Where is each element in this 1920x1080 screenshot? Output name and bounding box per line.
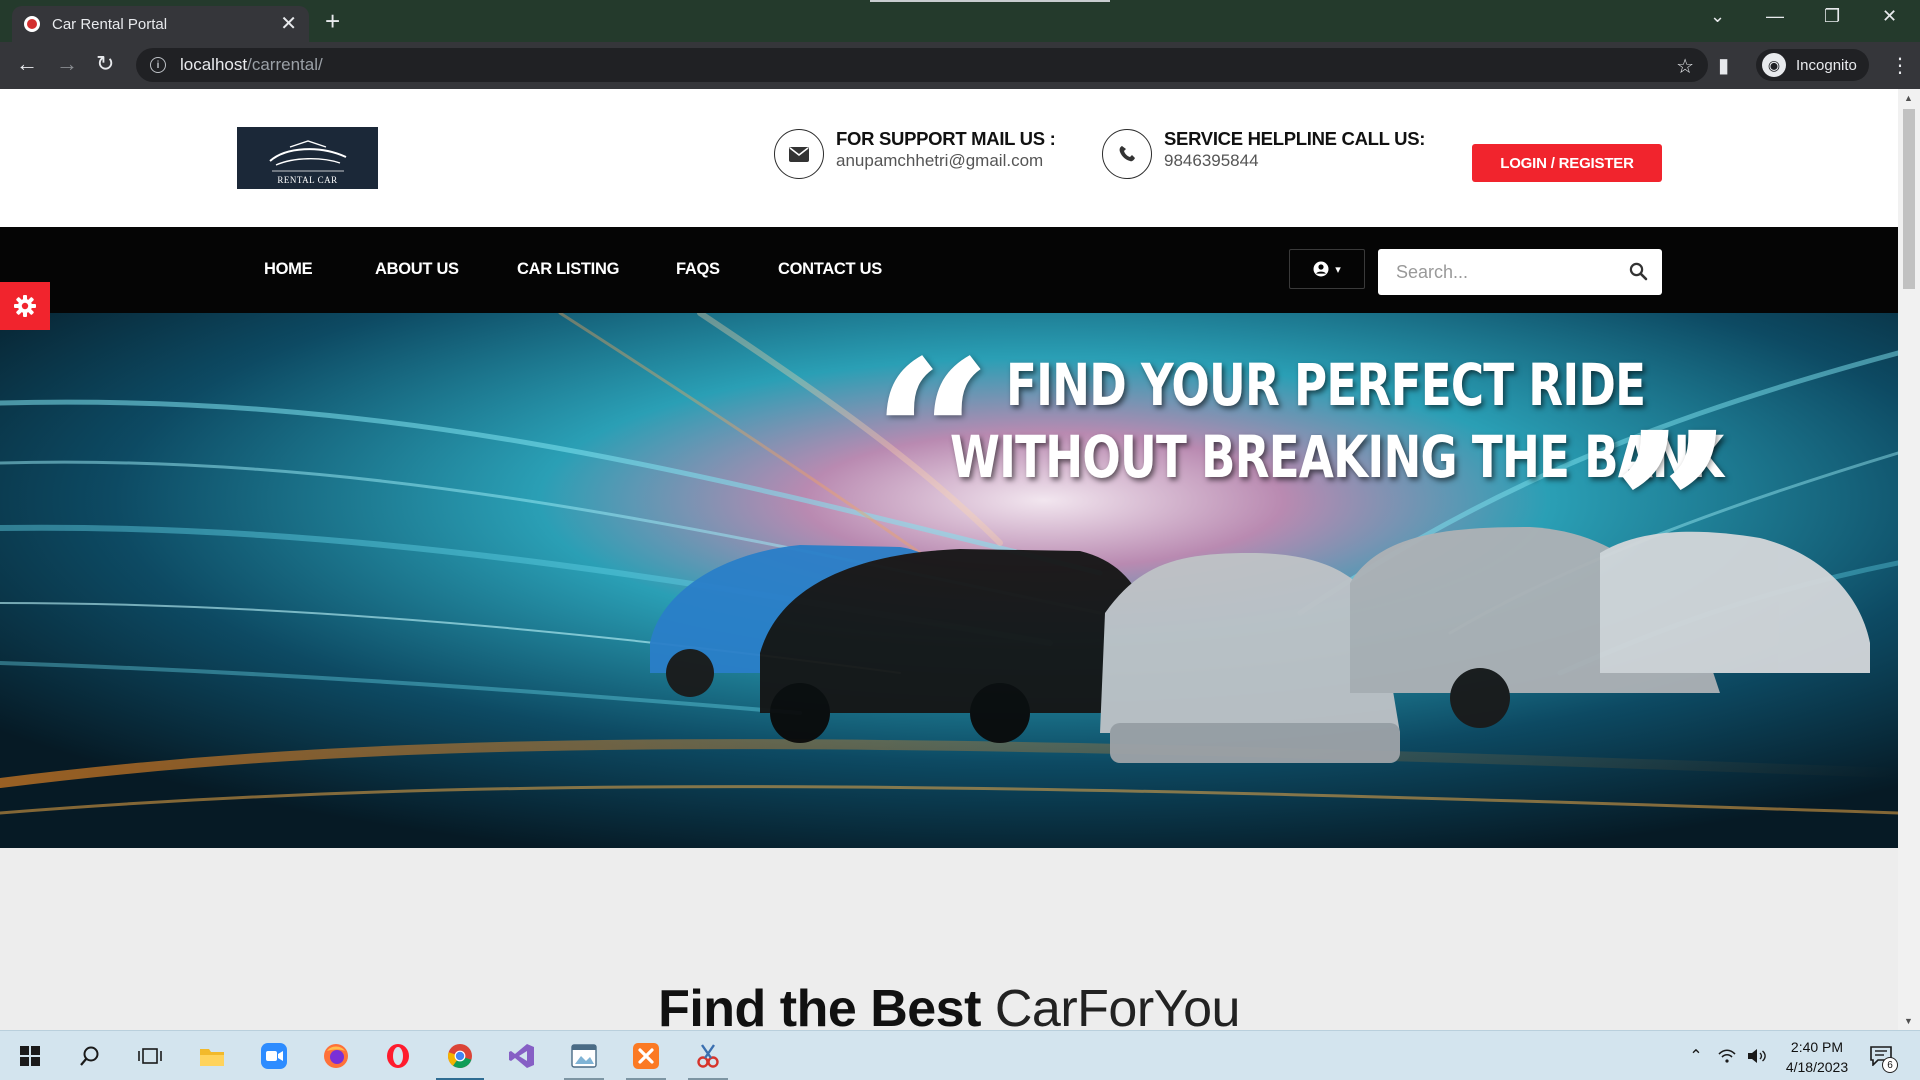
system-clock[interactable]: 2:40 PM 4/18/2023 [1772, 1037, 1862, 1077]
site-favicon-icon [24, 16, 40, 32]
scrollbar-thumb[interactable] [1903, 109, 1915, 289]
firefox-icon[interactable] [310, 1031, 362, 1080]
section-heading: Find the Best CarForYou [0, 979, 1898, 1030]
browser-toolbar: ← → ↻ i localhost/carrental/ ☆ ▮ ◉ Incog… [0, 42, 1920, 89]
incognito-label: Incognito [1796, 56, 1857, 74]
chrome-icon[interactable] [434, 1031, 486, 1080]
image-viewer-icon[interactable] [558, 1031, 610, 1080]
chevron-down-icon: ▾ [1335, 263, 1341, 276]
back-arrow-icon[interactable]: ← [16, 52, 38, 76]
support-mail-block: FOR SUPPORT MAIL US : anupamchhetri@gmai… [774, 127, 1056, 179]
helpline-value[interactable]: 9846395844 [1164, 151, 1425, 171]
clock-date: 4/18/2023 [1785, 1059, 1849, 1075]
volume-icon[interactable] [1744, 1031, 1770, 1080]
logo-text: RENTAL CAR [277, 175, 338, 185]
nav-contact-us[interactable]: CONTACT US [778, 260, 882, 279]
web-page: RENTAL CAR FOR SUPPORT MAIL US : anupamc… [0, 89, 1898, 1030]
nav-home[interactable]: HOME [264, 260, 313, 279]
phone-icon [1102, 129, 1152, 179]
close-window-icon[interactable]: ✕ [1882, 6, 1897, 27]
notification-count-badge: 6 [1882, 1057, 1898, 1073]
page-scrollbar[interactable]: ▲ ▼ [1898, 89, 1920, 1030]
browser-tab-strip: Car Rental Portal ✕ + ⌄ — ❐ ✕ [0, 0, 1920, 42]
nav-about-us[interactable]: ABOUT US [375, 260, 459, 279]
search-form [1378, 249, 1662, 295]
helpline-block: SERVICE HELPLINE CALL US: 9846395844 [1102, 127, 1425, 179]
restore-window-icon[interactable]: ❐ [1824, 6, 1840, 27]
user-circle-icon [1313, 261, 1329, 277]
tab-search-chevron-icon[interactable]: ⌄ [1710, 6, 1725, 27]
scroll-up-arrow-icon[interactable]: ▲ [1904, 93, 1913, 103]
support-mail-value[interactable]: anupamchhetri@gmail.com [836, 151, 1055, 171]
car-logo-icon [268, 140, 346, 172]
zoom-app-icon[interactable] [248, 1031, 300, 1080]
reload-icon[interactable]: ↻ [96, 52, 114, 76]
address-bar[interactable]: i localhost/carrental/ ☆ [136, 48, 1708, 82]
bookmark-star-icon[interactable]: ☆ [1676, 54, 1694, 79]
gear-icon [14, 295, 36, 317]
new-tab-button[interactable]: + [325, 8, 340, 34]
nav-faqs[interactable]: FAQS [676, 260, 720, 279]
scroll-down-arrow-icon[interactable]: ▼ [1904, 1016, 1913, 1026]
tab-title: Car Rental Portal [52, 15, 168, 33]
hero-headline-line-1: FIND YOUR PERFECT RIDE [1006, 351, 1646, 419]
browser-menu-icon[interactable]: ⋮ [1890, 53, 1910, 78]
snipping-tool-icon[interactable] [682, 1031, 734, 1080]
style-switcher-button[interactable] [0, 282, 50, 330]
envelope-icon [774, 129, 824, 179]
support-mail-label: FOR SUPPORT MAIL US : [836, 128, 1056, 149]
search-taskbar-icon[interactable] [64, 1031, 116, 1080]
minimize-window-icon[interactable]: — [1766, 6, 1784, 27]
tab-close-icon[interactable]: ✕ [280, 14, 297, 34]
section-heading-light: CarForYou [994, 980, 1241, 1030]
windows-start-icon[interactable] [4, 1031, 56, 1080]
close-quote-mark: ” [1612, 386, 1733, 633]
site-logo[interactable]: RENTAL CAR [237, 127, 378, 189]
file-explorer-icon[interactable] [186, 1031, 238, 1080]
main-navbar: HOME ABOUT US CAR LISTING FAQS CONTACT U… [0, 227, 1898, 313]
site-info-icon[interactable]: i [150, 57, 166, 73]
incognito-icon: ◉ [1762, 53, 1786, 77]
login-register-button[interactable]: LOGIN / REGISTER [1472, 144, 1662, 182]
url-host: localhost [180, 55, 248, 74]
side-panel-icon[interactable]: ▮ [1718, 53, 1729, 78]
hero-banner: “ FIND YOUR PERFECT RIDE WITHOUT BREAKIN… [0, 313, 1898, 848]
nav-car-listing[interactable]: CAR LISTING [517, 260, 619, 279]
url-path: /carrental/ [247, 55, 323, 74]
search-icon[interactable] [1629, 262, 1648, 281]
site-header: RENTAL CAR FOR SUPPORT MAIL US : anupamc… [0, 89, 1898, 227]
wifi-icon[interactable] [1714, 1031, 1740, 1080]
search-input[interactable] [1378, 249, 1618, 295]
tab-strip-divider [870, 0, 1110, 2]
incognito-profile-button[interactable]: ◉ Incognito [1756, 49, 1869, 81]
clock-time: 2:40 PM [1790, 1039, 1844, 1055]
opera-icon[interactable] [372, 1031, 424, 1080]
browser-tab[interactable]: Car Rental Portal ✕ [12, 6, 309, 42]
user-account-dropdown[interactable]: ▾ [1289, 249, 1365, 289]
section-heading-strong: Find the Best [658, 980, 981, 1030]
hero-headline-line-2: WITHOUT BREAKING THE BANK [950, 423, 1724, 491]
helpline-label: SERVICE HELPLINE CALL US: [1164, 128, 1426, 149]
xampp-icon[interactable] [620, 1031, 672, 1080]
task-view-icon[interactable] [124, 1031, 176, 1080]
forward-arrow-icon[interactable]: → [56, 52, 78, 76]
windows-taskbar: ⌃ 2:40 PM 4/18/2023 6 [0, 1030, 1920, 1080]
show-hidden-icons-chevron-icon[interactable]: ⌃ [1684, 1031, 1708, 1080]
visual-studio-icon[interactable] [496, 1031, 548, 1080]
